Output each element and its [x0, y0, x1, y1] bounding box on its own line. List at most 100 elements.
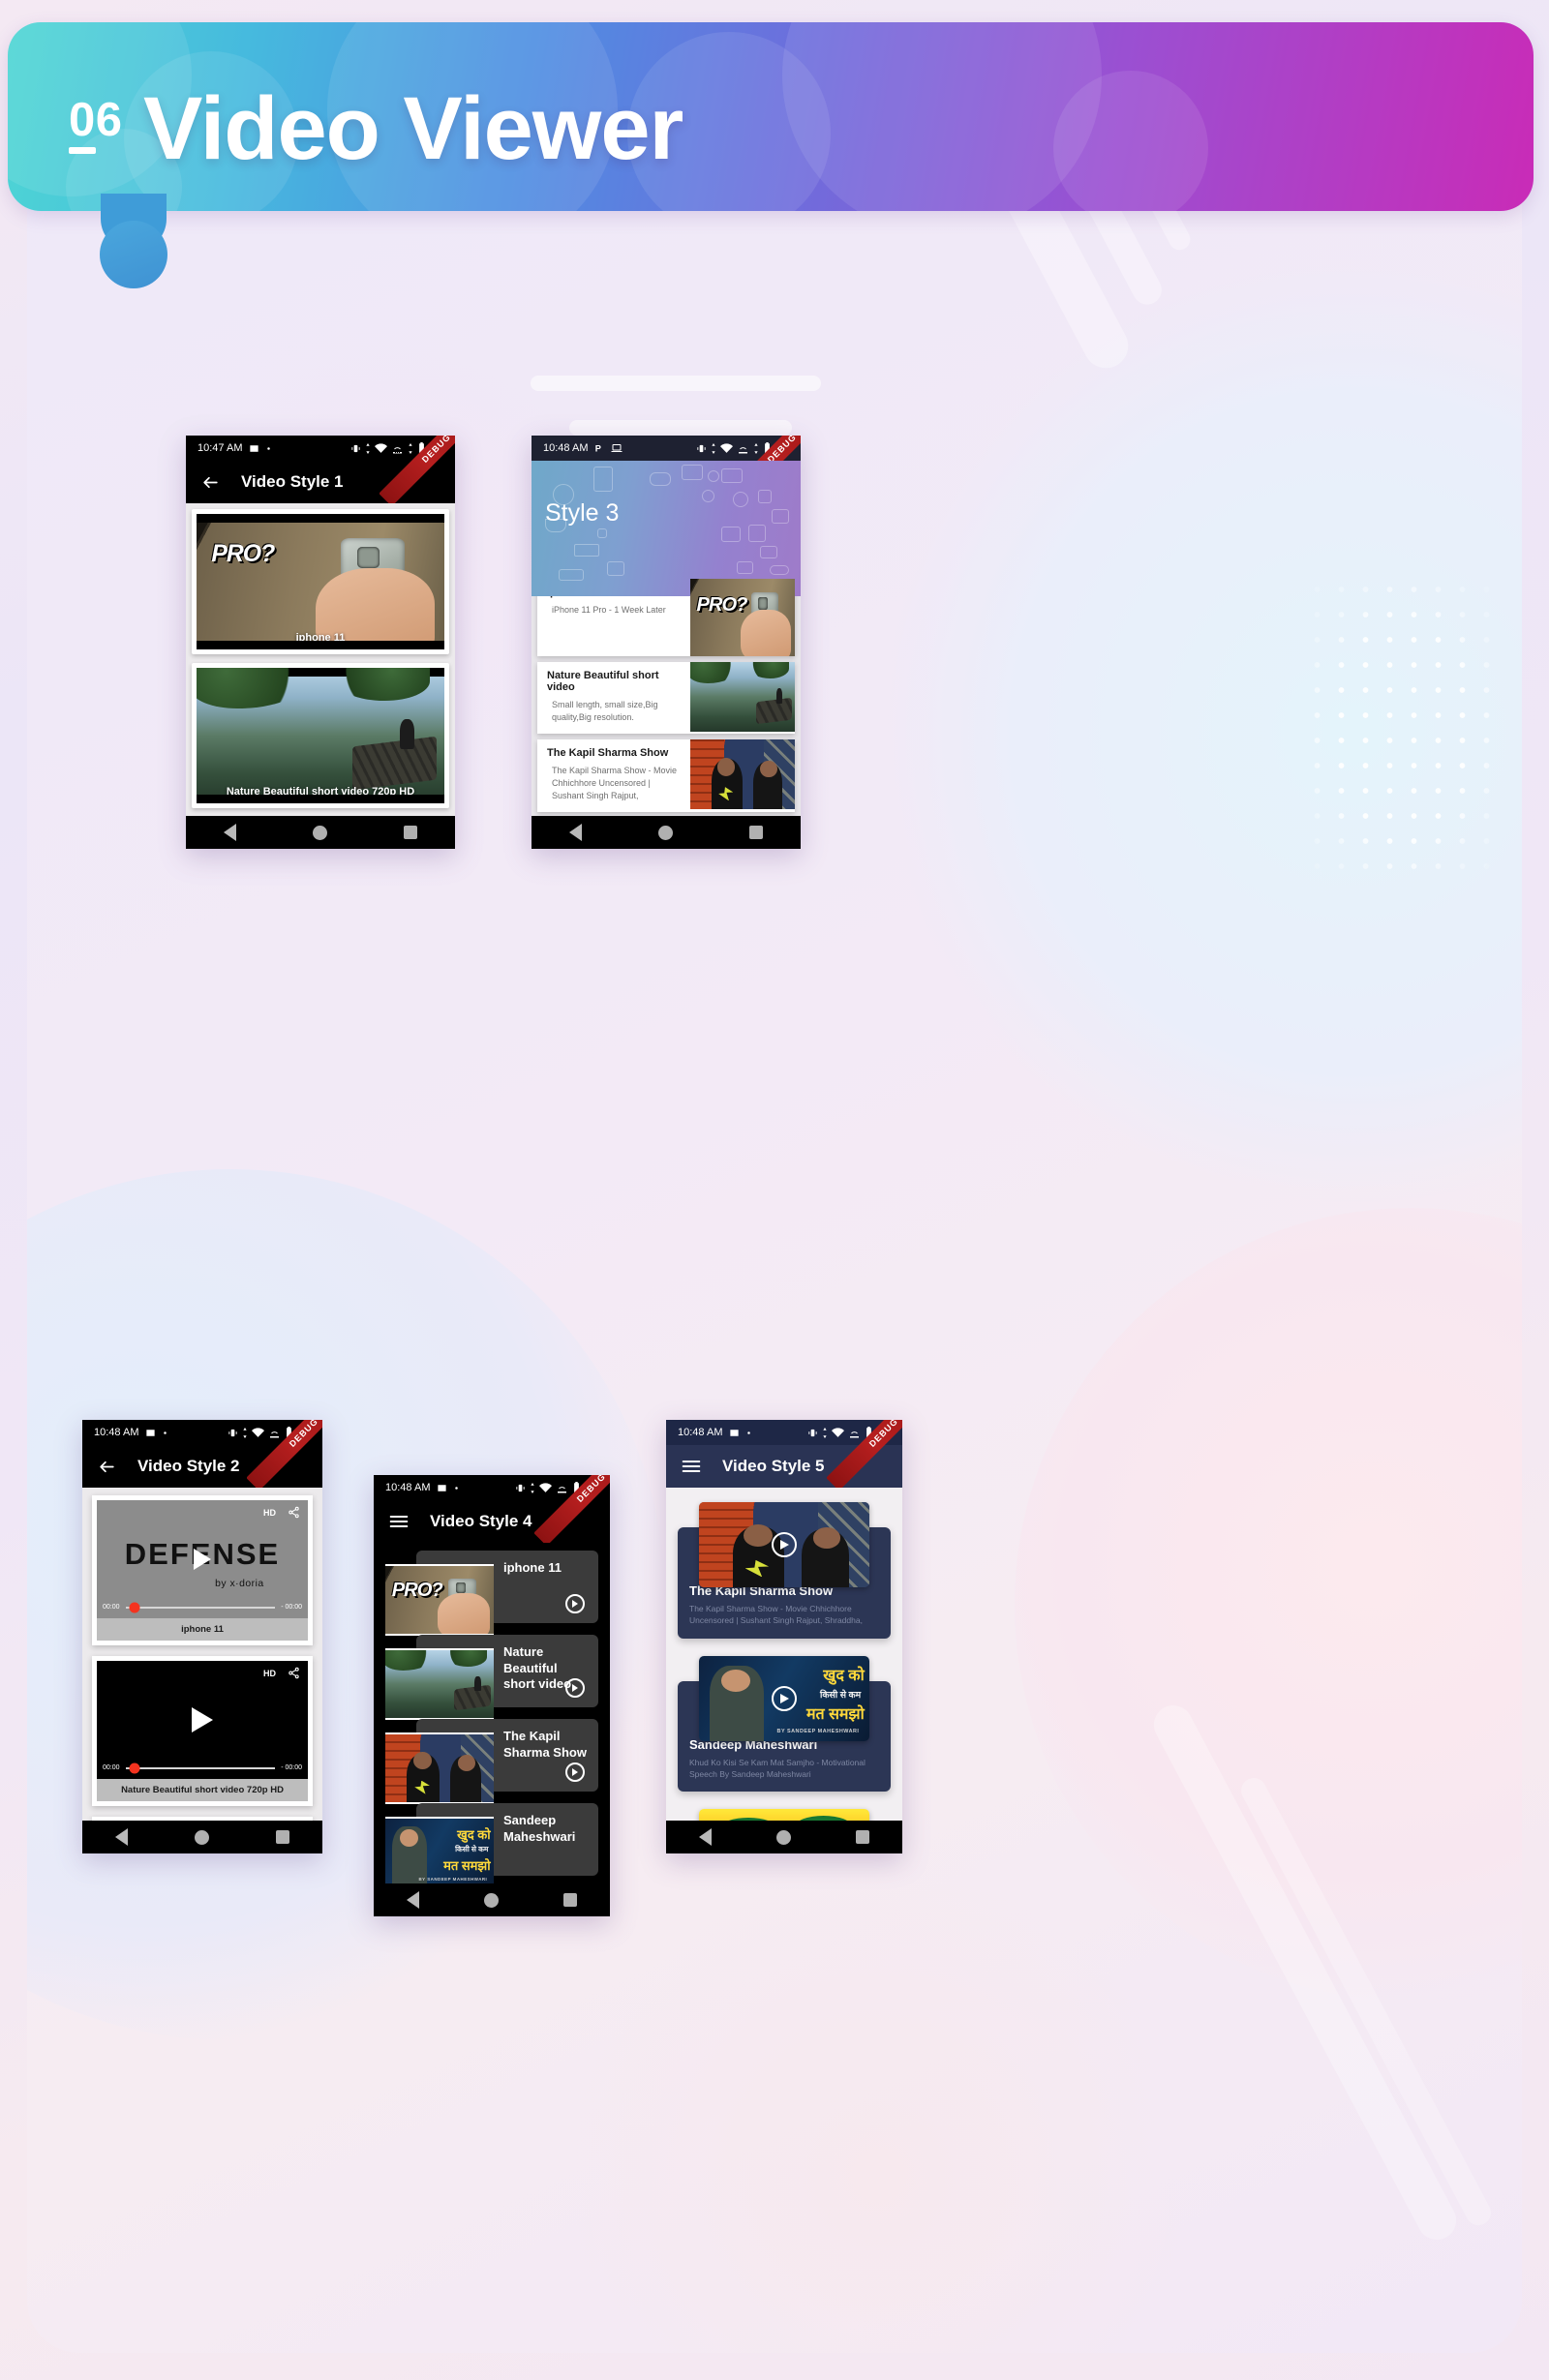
recents-square-icon[interactable] [748, 826, 763, 839]
play-circle-icon[interactable] [772, 1532, 797, 1557]
person-head [717, 757, 736, 776]
video-description: The Kapil Sharma Show - Movie Chhichhore… [689, 1604, 863, 1626]
style5-list[interactable]: The Kapil Sharma Show The Kapil Sharma S… [666, 1488, 902, 1821]
battery-icon [865, 1427, 873, 1438]
item-thumbnail-pro[interactable]: PRO? [385, 1564, 494, 1636]
wifi-icon [720, 442, 733, 454]
arrow-left-icon[interactable] [98, 1458, 116, 1476]
deck-shape [352, 736, 438, 790]
recents-square-icon[interactable] [563, 1893, 578, 1907]
vibrate-icon [807, 1428, 818, 1438]
video-thumbnail-sunset[interactable] [699, 1809, 869, 1821]
seek-thumb[interactable] [129, 1602, 140, 1612]
style3-list[interactable]: iphone 11 iPhone 11 Pro - 1 Week Later P… [532, 579, 801, 816]
store-icon [721, 527, 741, 542]
seek-track[interactable] [125, 1602, 276, 1612]
video-card[interactable]: The Kapil Sharma Show The Kapil Sharma S… [678, 1502, 891, 1639]
video-thumbnail-nature[interactable]: Nature Beautiful short video 720p HD [197, 668, 444, 803]
gear-icon [702, 490, 714, 502]
home-circle-icon[interactable] [194, 1829, 209, 1845]
tree-shape [748, 662, 789, 679]
seek-bar[interactable]: 00:00 - 00:00 [103, 1762, 302, 1773]
hamburger-icon[interactable] [682, 1459, 701, 1474]
play-circle-icon[interactable] [565, 1762, 585, 1782]
video-thumbnail-pro[interactable]: PRO? iphone 11 [197, 514, 444, 649]
back-triangle-icon[interactable] [406, 1891, 419, 1909]
back-triangle-icon[interactable] [698, 1828, 712, 1846]
phone-mockup-video-style-4: 10:48 AM DEBUG Video Style 4 PRO? iphone… [374, 1475, 610, 1916]
back-triangle-icon[interactable] [224, 824, 237, 841]
photo-icon [607, 561, 624, 576]
android-nav-bar[interactable] [82, 1821, 322, 1853]
hindi-text-line3: मत समझो [805, 1706, 865, 1724]
app-bar: Video Style 4 [374, 1500, 610, 1543]
recents-square-icon[interactable] [275, 1830, 289, 1844]
android-nav-bar[interactable] [532, 816, 801, 849]
video-player-card[interactable]: HD DEFENSE by x·doria 00:00 - 00:00 ipho… [92, 1495, 313, 1645]
item-thumbnail-kapil[interactable] [385, 1732, 494, 1804]
app-bar-title: Video Style 4 [430, 1512, 532, 1530]
wifi-icon [375, 442, 387, 454]
play-circle-icon[interactable] [565, 1594, 585, 1613]
status-bar: 10:48 AM DEBUG [666, 1420, 902, 1491]
video-card[interactable]: Nature Beautiful short video 720p HD [192, 663, 449, 808]
item-thumbnail-nature[interactable] [690, 662, 795, 732]
seek-bar[interactable]: 00:00 - 00:00 [103, 1602, 302, 1612]
video-player-card[interactable] [92, 1817, 313, 1821]
android-nav-bar[interactable] [186, 816, 455, 849]
tree-shape [690, 662, 737, 683]
recents-square-icon[interactable] [856, 1830, 870, 1844]
arrow-left-icon[interactable] [201, 473, 220, 492]
video-player[interactable]: HD 00:00 - 00:00 [97, 1661, 308, 1779]
page-header-banner: 06 Video Viewer [8, 22, 1534, 211]
video-card[interactable]: PRO? iphone 11 [192, 509, 449, 654]
battery-icon [285, 1427, 293, 1438]
play-circle-icon[interactable] [565, 1678, 585, 1698]
home-circle-icon[interactable] [312, 825, 327, 840]
play-icon[interactable] [192, 1707, 213, 1732]
home-circle-icon[interactable] [775, 1829, 791, 1845]
item-title: Sandeep Maheshwari [503, 1813, 576, 1844]
recents-square-icon[interactable] [403, 826, 417, 839]
play-circle-icon[interactable] [772, 1685, 797, 1711]
list-item[interactable]: Nature Beautiful short video [385, 1635, 598, 1720]
hamburger-icon[interactable] [389, 1514, 409, 1529]
video-player[interactable]: HD DEFENSE by x·doria 00:00 - 00:00 [97, 1500, 308, 1618]
list-item[interactable]: खुद को किसी से कम मत समझो BY SANDEEP MAH… [385, 1803, 598, 1883]
player-top-controls[interactable]: HD [263, 1506, 300, 1519]
item-thumbnail-nature[interactable] [385, 1648, 494, 1720]
share-icon[interactable] [288, 1667, 300, 1679]
item-thumbnail-sandeep[interactable]: खुद को किसी से कम मत समझो BY SANDEEP MAH… [385, 1817, 494, 1883]
android-nav-bar[interactable] [666, 1821, 902, 1853]
style3-screen[interactable]: Style 3 iphone 11 iPhone 11 Pro - 1 Week… [532, 461, 801, 816]
image-icon [437, 1483, 447, 1493]
palm-leaves [719, 1818, 777, 1821]
video-player-card[interactable]: HD 00:00 - 00:00 Nature Beautiful short … [92, 1656, 313, 1806]
item-thumbnail-kapil[interactable] [690, 739, 795, 810]
item-thumbnail-pro[interactable]: PRO? [690, 579, 795, 656]
home-circle-icon[interactable] [657, 825, 673, 840]
style4-list[interactable]: PRO? iphone 11 Nature Beautiful short vi… [374, 1543, 610, 1883]
player-top-controls[interactable]: HD [263, 1667, 300, 1679]
camera-icon [708, 470, 719, 482]
video-card[interactable]: खुद को किसी से कम मत समझो BY SANDEEP MAH… [678, 1655, 891, 1793]
share-icon[interactable] [288, 1506, 300, 1519]
android-nav-bar[interactable] [374, 1883, 610, 1916]
list-item[interactable]: The Kapil Sharma Show The Kapil Sharma S… [537, 739, 795, 813]
list-item[interactable]: PRO? iphone 11 [385, 1551, 598, 1636]
back-triangle-icon[interactable] [569, 824, 583, 841]
style2-list[interactable]: HD DEFENSE by x·doria 00:00 - 00:00 ipho… [82, 1488, 322, 1821]
vibrate-icon [228, 1428, 238, 1438]
home-circle-icon[interactable] [483, 1892, 499, 1908]
video-description: Khud Ko Kisi Se Kam Mat Samjho - Motivat… [689, 1757, 866, 1779]
seek-track[interactable] [125, 1762, 276, 1773]
play-icon[interactable] [194, 1549, 211, 1570]
style1-list[interactable]: PRO? iphone 11 Nature Beautiful short vi… [186, 503, 455, 816]
seek-thumb[interactable] [129, 1762, 140, 1773]
list-item[interactable]: Nature Beautiful short video Small lengt… [537, 662, 795, 735]
person-head [399, 1829, 418, 1848]
card-icon [758, 490, 772, 503]
bg-blob [569, 1866, 1189, 2353]
back-triangle-icon[interactable] [115, 1828, 129, 1846]
list-item[interactable]: The Kapil Sharma Show [385, 1719, 598, 1804]
